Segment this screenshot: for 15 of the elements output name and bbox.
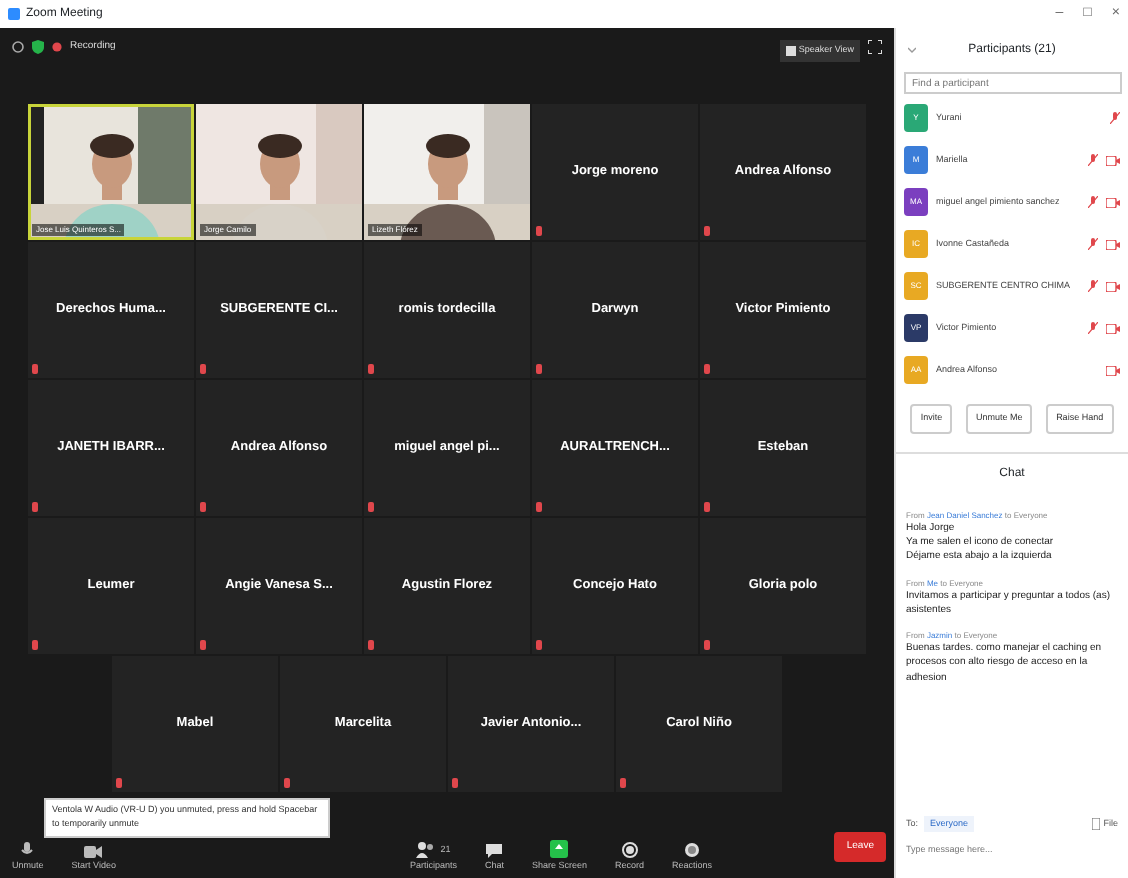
collapse-icon[interactable] <box>908 46 916 54</box>
recording-icon <box>52 40 62 54</box>
file-icon <box>1091 817 1100 829</box>
shield-icon[interactable] <box>32 40 44 54</box>
share-icon <box>550 840 569 859</box>
fullscreen-icon[interactable] <box>868 40 882 54</box>
chat-icon <box>486 842 503 859</box>
app-icon <box>8 8 20 20</box>
camera-icon <box>84 846 103 859</box>
smiley-icon <box>684 842 701 859</box>
info-icon[interactable] <box>12 40 24 54</box>
people-icon <box>416 842 437 859</box>
microphone-icon <box>20 842 35 859</box>
record-icon <box>621 842 638 859</box>
grid-icon <box>786 45 797 56</box>
